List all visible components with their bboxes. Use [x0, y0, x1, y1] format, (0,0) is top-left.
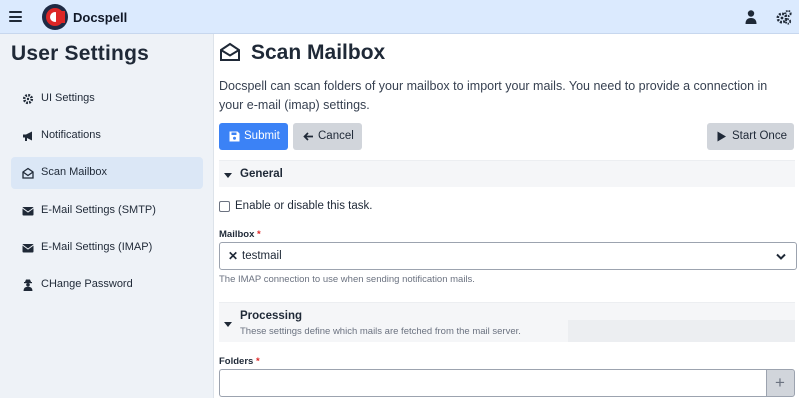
bullhorn-icon — [23, 131, 32, 141]
envelope-icon — [22, 244, 34, 253]
required-mark: * — [257, 229, 261, 240]
caret-down-icon — [224, 173, 232, 178]
sidebar-item-scan-mailbox[interactable]: Scan Mailbox — [11, 157, 203, 189]
sidebar-item-smtp[interactable]: E-Mail Settings (SMTP) — [11, 195, 203, 227]
general-section-header[interactable]: General — [219, 160, 795, 187]
docspell-logo[interactable] — [42, 4, 68, 30]
envelope-open-icon — [22, 167, 34, 179]
mailbox-field-label: Mailbox * — [219, 229, 261, 240]
submit-button-label: Submit — [244, 130, 280, 142]
sidebar-item-label: UI Settings — [41, 92, 95, 104]
folders-field-label: Folders * — [219, 356, 260, 367]
processing-section-subtitle: These settings define which mails are fe… — [240, 326, 521, 337]
sidebar-item-label: CHange Password — [41, 278, 133, 290]
required-mark: * — [255, 356, 260, 367]
sidebar-item-ui-settings[interactable]: UI Settings — [11, 83, 203, 115]
hamburger-menu-icon[interactable] — [9, 11, 22, 22]
general-section-title: General — [240, 168, 283, 180]
cancel-button[interactable]: Cancel — [293, 123, 362, 150]
folders-input[interactable] — [219, 369, 767, 397]
user-icon[interactable] — [743, 9, 759, 25]
folders-label-text: Folders — [219, 356, 254, 367]
user-secret-icon — [23, 279, 33, 291]
mailbox-label-text: Mailbox — [219, 229, 255, 240]
play-icon — [717, 131, 726, 142]
mailbox-select[interactable]: ✕ testmail — [219, 242, 797, 270]
sidebar-item-notifications[interactable]: Notifications — [11, 120, 203, 152]
app-title[interactable]: Docspell — [73, 10, 127, 25]
intro-text: Docspell can scan folders of your mailbo… — [219, 79, 768, 112]
chevron-down-icon[interactable] — [776, 253, 786, 261]
envelope-open-icon — [220, 42, 240, 61]
start-once-button[interactable]: Start Once — [707, 123, 794, 150]
enable-task-label[interactable]: Enable or disable this task. — [235, 200, 372, 212]
save-icon — [229, 131, 240, 142]
enable-task-checkbox[interactable] — [219, 201, 230, 212]
plus-icon: + — [775, 373, 785, 392]
cancel-button-label: Cancel — [318, 130, 354, 142]
envelope-icon — [22, 207, 34, 216]
sidebar-item-change-password[interactable]: CHange Password — [11, 269, 203, 301]
sidebar-title: User Settings — [11, 42, 149, 65]
start-once-button-label: Start Once — [732, 130, 787, 142]
mailbox-selected-value: testmail — [242, 250, 282, 262]
placeholder-block — [568, 320, 795, 342]
sidebar-item-label: Scan Mailbox — [41, 166, 108, 178]
top-navbar: Docspell — [0, 0, 799, 34]
sidebar-item-label: E-Mail Settings (SMTP) — [41, 204, 156, 216]
page-title-text: Scan Mailbox — [251, 41, 386, 64]
settings-sidebar: User Settings UI Settings Notifications … — [0, 34, 214, 398]
submit-button[interactable]: Submit — [219, 123, 288, 150]
add-folder-button[interactable]: + — [766, 369, 795, 397]
sidebar-item-imap[interactable]: E-Mail Settings (IMAP) — [11, 232, 203, 264]
clear-selection-icon[interactable]: ✕ — [228, 249, 238, 263]
mailbox-help-text: The IMAP connection to use when sending … — [219, 274, 475, 285]
processing-section-title: Processing — [240, 310, 302, 322]
scan-mailbox-panel: Scan Mailbox Docspell can scan folders o… — [215, 34, 799, 398]
sidebar-item-label: Notifications — [41, 129, 101, 141]
sidebar-item-label: E-Mail Settings (IMAP) — [41, 241, 153, 253]
arrow-left-icon — [303, 132, 313, 141]
cog-icon — [22, 93, 34, 105]
caret-down-icon — [224, 322, 232, 327]
settings-cogs-icon[interactable] — [776, 9, 792, 25]
